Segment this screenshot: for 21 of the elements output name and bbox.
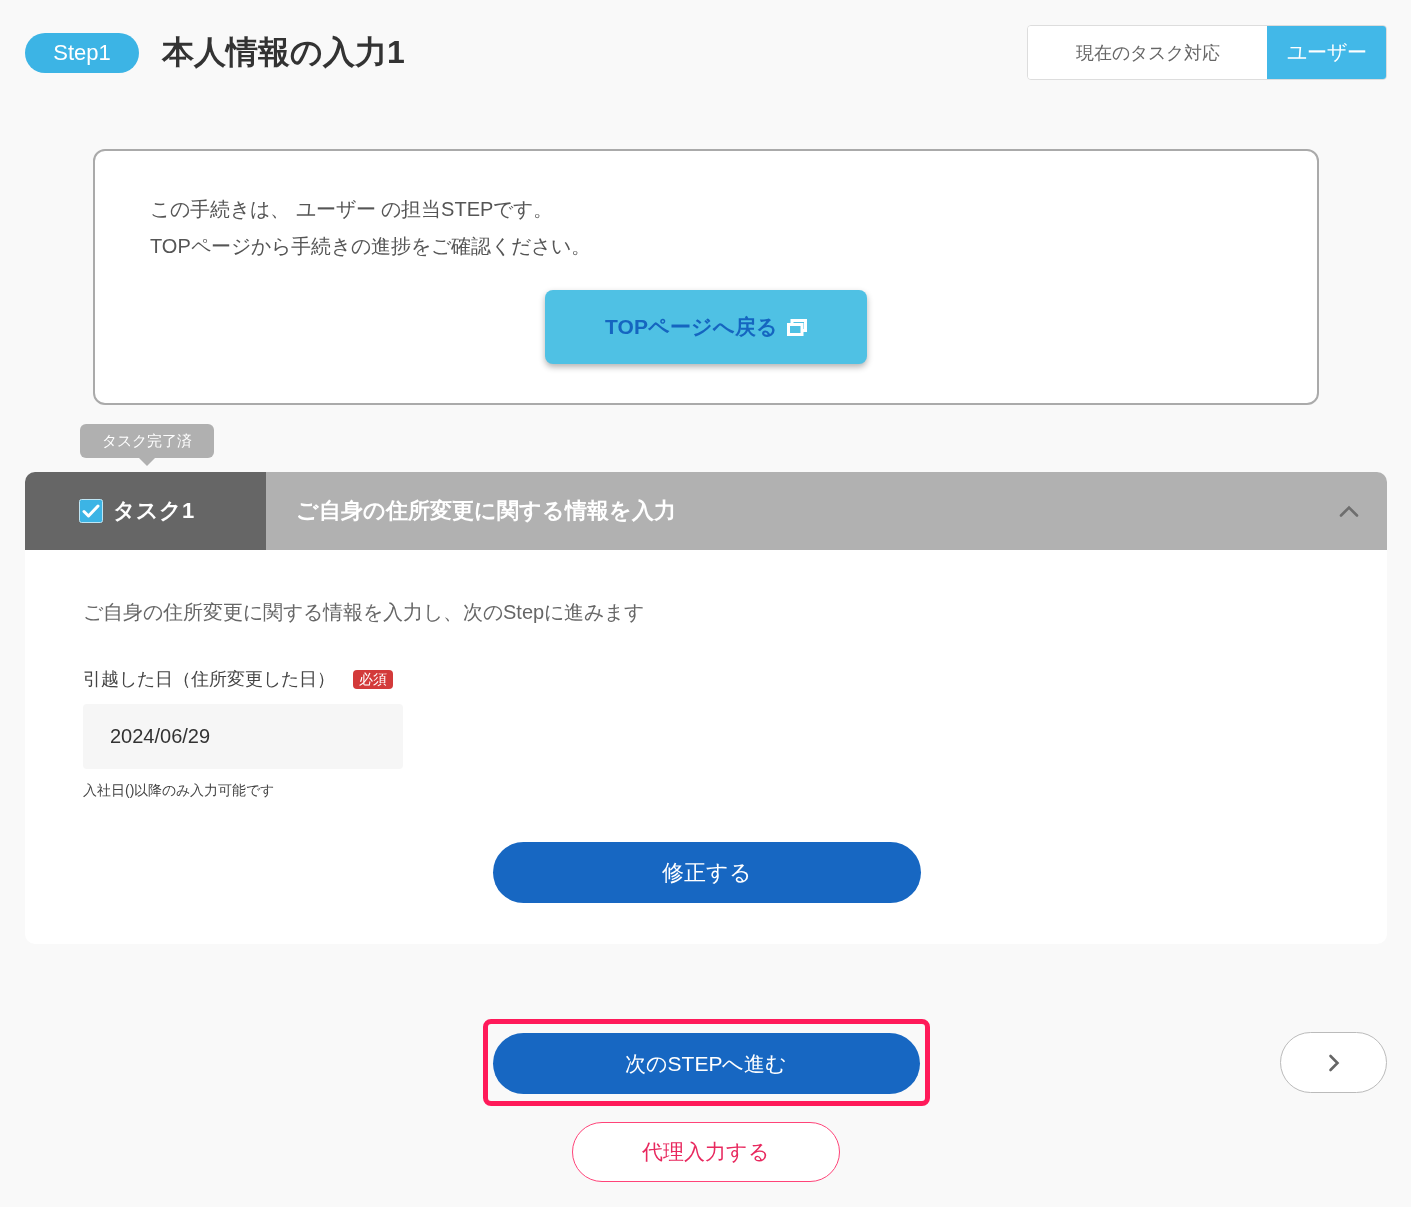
task-description: ご自身の住所変更に関する情報を入力し、次のStepに進みます — [83, 600, 646, 625]
notice-text: この手続きは、 ユーザー の担当STEPです。 — [150, 197, 555, 222]
status-tooltip: タスク完了済 — [80, 424, 214, 466]
next-step-button[interactable]: 次のSTEPへ進む — [492, 1033, 920, 1094]
windows-icon — [786, 318, 807, 336]
proxy-input-button[interactable]: 代理入力する — [572, 1122, 840, 1182]
chevron-up-icon[interactable] — [1339, 505, 1359, 517]
task-label: タスク1 — [113, 497, 195, 525]
step-badge: Step1 — [25, 32, 139, 73]
checkbox-checked-icon[interactable] — [79, 499, 103, 523]
task-owner-value: ユーザー — [1267, 26, 1386, 79]
edit-button[interactable]: 修正する — [492, 842, 921, 903]
date-input-field[interactable]: 2024/06/29 — [83, 704, 403, 769]
task-owner-label: 現在のタスク対応 — [1028, 26, 1267, 79]
field-hint: 入社日()以降のみ入力可能です — [83, 781, 276, 800]
chevron-right-icon — [1327, 1053, 1340, 1072]
notice-text: TOPページから手続きの進捗をご確認ください。 — [150, 234, 592, 259]
page-title: 本人情報の入力1 — [162, 32, 405, 72]
field-label: 引越した日（住所変更した日） — [83, 668, 335, 691]
task-title: ご自身の住所変更に関する情報を入力 — [296, 497, 677, 525]
required-badge: 必須 — [353, 669, 393, 689]
